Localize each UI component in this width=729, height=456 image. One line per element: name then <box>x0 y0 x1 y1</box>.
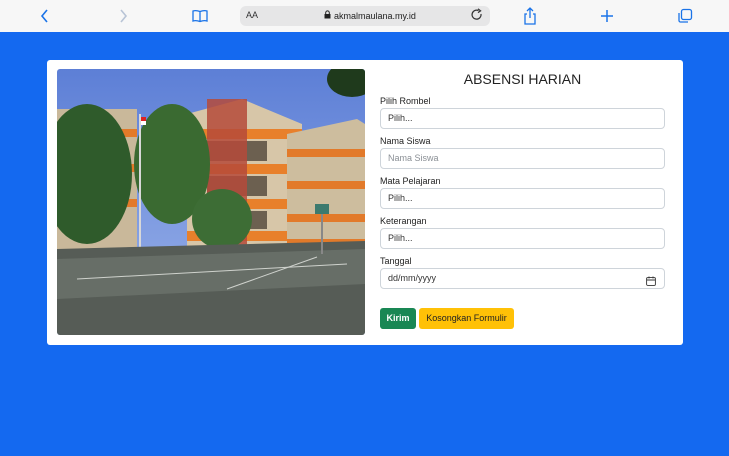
chevron-left-icon[interactable] <box>35 6 55 26</box>
book-icon[interactable] <box>190 6 210 26</box>
tanggal-value: dd/mm/yyyy <box>388 273 437 283</box>
tanggal-label: Tanggal <box>380 256 412 266</box>
url-text: akmalmaulana.my.id <box>334 10 416 21</box>
reload-icon[interactable] <box>470 8 484 27</box>
rombel-select[interactable]: Pilih... <box>380 108 665 129</box>
keterangan-select[interactable]: Pilih... <box>380 228 665 249</box>
plus-icon[interactable] <box>597 6 617 26</box>
form-title: ABSENSI HARIAN <box>463 71 582 87</box>
lock-icon <box>324 10 331 21</box>
nama-siswa-input[interactable]: Nama Siswa <box>380 148 665 169</box>
nama-siswa-label: Nama Siswa <box>380 136 431 146</box>
tanggal-input[interactable]: dd/mm/yyyy <box>380 268 665 289</box>
attendance-card: ABSENSI HARIAN Pilih Rombel Pilih... Nam… <box>47 60 683 345</box>
tabs-icon[interactable] <box>675 6 695 26</box>
url-display[interactable]: akmalmaulana.my.id <box>324 10 416 21</box>
address-bar[interactable]: AA akmalmaulana.my.id <box>240 6 490 26</box>
reader-text-size-button[interactable]: AA <box>246 10 258 20</box>
mata-pelajaran-select[interactable]: Pilih... <box>380 188 665 209</box>
mata-pelajaran-label: Mata Pelajaran <box>380 176 441 186</box>
chevron-right-icon[interactable] <box>113 6 133 26</box>
reset-button[interactable]: Kosongkan Formulir <box>419 308 514 329</box>
calendar-icon[interactable] <box>646 274 656 293</box>
rombel-label: Pilih Rombel <box>380 96 431 106</box>
attendance-form: ABSENSI HARIAN Pilih Rombel Pilih... Nam… <box>380 69 665 329</box>
school-photo <box>57 69 365 335</box>
browser-toolbar: AA akmalmaulana.my.id <box>0 0 729 32</box>
share-icon[interactable] <box>520 6 540 26</box>
submit-button[interactable]: Kirim <box>380 308 416 329</box>
keterangan-label: Keterangan <box>380 216 427 226</box>
